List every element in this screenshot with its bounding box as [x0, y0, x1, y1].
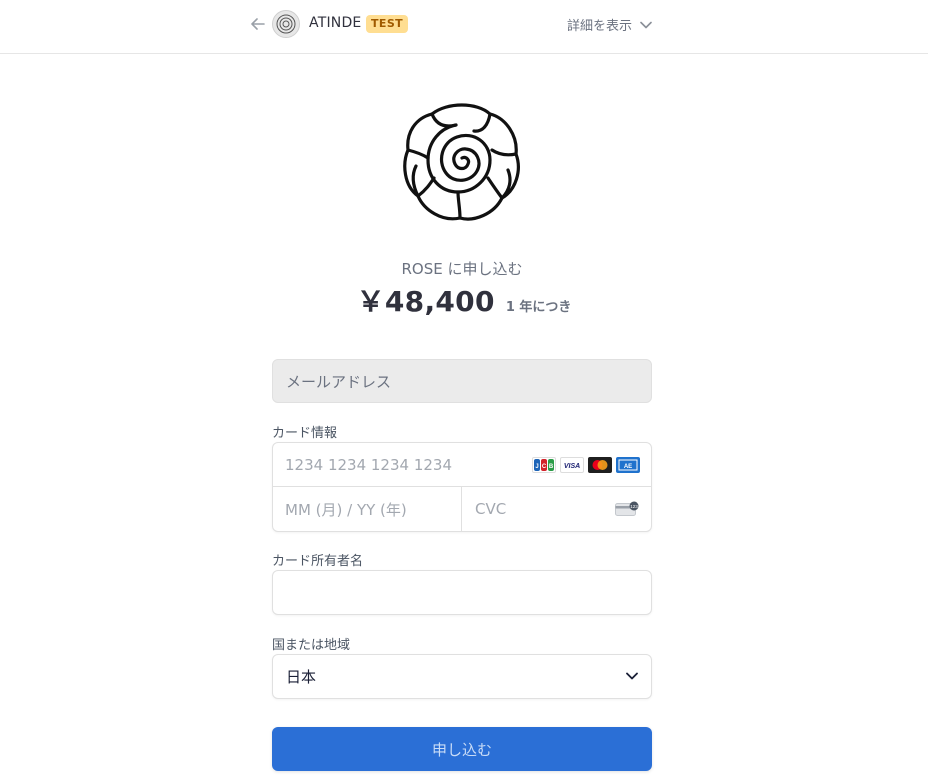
amex-icon: AE	[616, 457, 640, 473]
price-amount: ￥48,400	[356, 285, 495, 318]
email-placeholder: メールアドレス	[286, 372, 392, 391]
show-details-label: 詳細を表示	[567, 19, 633, 34]
billing-period: 1 年につき	[505, 300, 572, 315]
country-select[interactable]: 日本	[272, 654, 652, 699]
chevron-down-icon	[626, 672, 638, 680]
email-field[interactable]: メールアドレス	[272, 359, 652, 403]
cvc-card-icon: 123	[615, 501, 639, 516]
expiry-placeholder: MM (月) / YY (年)	[285, 500, 407, 519]
card-expiry-input[interactable]: MM (月) / YY (年)	[273, 487, 462, 531]
svg-text:C: C	[542, 464, 547, 470]
country-value: 日本	[286, 668, 317, 686]
price-row: ￥48,400 1 年につき	[0, 280, 928, 320]
test-mode-badge: TEST	[366, 15, 409, 33]
brand-name: ATINDE	[309, 15, 362, 31]
chevron-down-icon	[640, 21, 652, 28]
country-label: 国または地域	[272, 638, 351, 653]
card-info-group: 1234 1234 1234 1234 J C B VISA AE MM (月)…	[272, 442, 652, 532]
arrow-left-icon[interactable]	[250, 15, 266, 33]
visa-icon: VISA	[560, 457, 584, 473]
show-details-button[interactable]: 詳細を表示	[567, 15, 652, 34]
top-bar: ATINDE TEST 詳細を表示	[0, 0, 928, 54]
product-title: ROSE に申し込む	[401, 260, 523, 278]
svg-text:VISA: VISA	[564, 463, 580, 470]
subscribe-button-label: 申し込む	[431, 740, 492, 759]
svg-text:123: 123	[630, 504, 638, 509]
cardholder-label: カード所有者名	[272, 554, 364, 569]
card-brand-list: J C B VISA AE	[532, 457, 640, 473]
subscribe-button[interactable]: 申し込む	[272, 727, 652, 771]
card-cvc-input[interactable]: CVC 123	[462, 487, 651, 531]
card-number-placeholder: 1234 1234 1234 1234	[285, 455, 452, 474]
card-number-input[interactable]: 1234 1234 1234 1234 J C B VISA AE	[273, 443, 651, 487]
svg-text:AE: AE	[624, 464, 632, 470]
svg-text:B: B	[549, 464, 554, 470]
rose-icon	[402, 100, 522, 224]
brand-logo-icon	[272, 10, 300, 38]
card-info-label: カード情報	[272, 426, 338, 441]
mastercard-icon	[588, 457, 612, 473]
svg-text:J: J	[535, 464, 538, 470]
cardholder-name-input[interactable]	[272, 570, 652, 615]
cvc-placeholder: CVC	[475, 500, 507, 518]
jcb-icon: J C B	[532, 457, 556, 473]
